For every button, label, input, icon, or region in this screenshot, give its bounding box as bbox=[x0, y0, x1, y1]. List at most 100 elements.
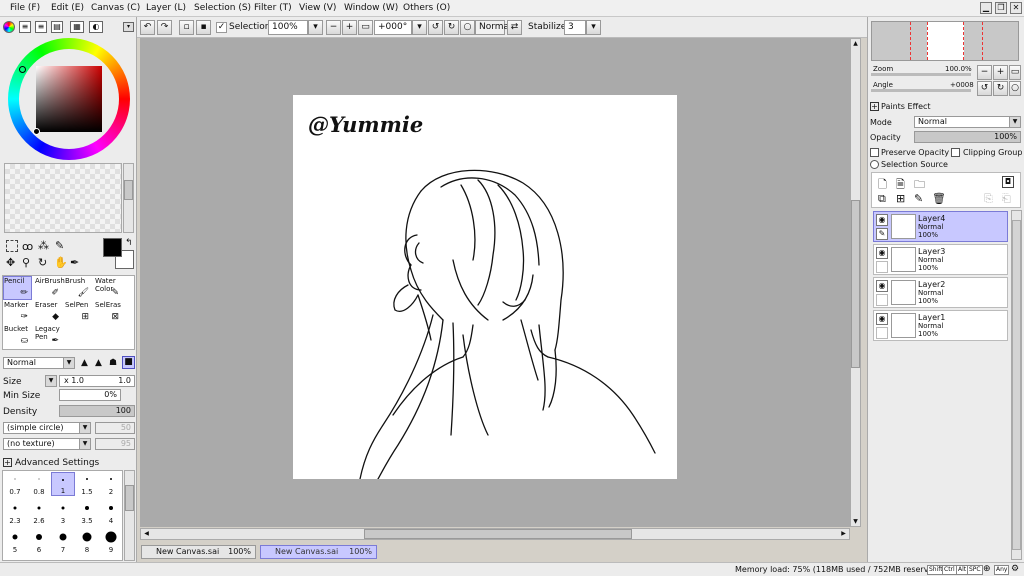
rotate-tool-icon[interactable]: ↻ bbox=[38, 256, 47, 269]
zoom-reset-icon[interactable]: ▭ bbox=[358, 20, 373, 35]
layer-opacity-slider[interactable]: 100% bbox=[914, 131, 1021, 143]
texture-strength-field[interactable]: 95 bbox=[95, 438, 135, 450]
layer-row[interactable]: ◉ Layer2 Normal 100% bbox=[873, 277, 1008, 308]
brush-size-preset[interactable]: 2.6 bbox=[27, 501, 51, 525]
brush-size-preset[interactable]: 1.5 bbox=[75, 472, 99, 496]
eye-icon[interactable]: ◉ bbox=[876, 280, 888, 292]
canvas-hscroll-thumb[interactable] bbox=[364, 529, 632, 539]
size-mult-dropdown[interactable]: ▼ bbox=[45, 375, 57, 387]
hue-marker[interactable] bbox=[19, 66, 26, 73]
scratchpad-scroll-thumb[interactable] bbox=[124, 180, 133, 200]
swatch-scratchpad[interactable] bbox=[4, 163, 122, 233]
menu-edit[interactable]: Edit (E) bbox=[51, 3, 84, 13]
layer-mask-icon[interactable]: ◘ bbox=[1002, 176, 1014, 188]
tool-seleras[interactable]: SelEras ⊠ bbox=[94, 300, 123, 324]
brush-size-preset[interactable]: 0.7 bbox=[3, 472, 27, 496]
menu-window[interactable]: Window (W) bbox=[344, 3, 398, 13]
tool-airbrush[interactable]: AirBrush ✐ bbox=[34, 276, 65, 300]
dropper-icon[interactable]: ✎ bbox=[55, 239, 64, 252]
nav-zoom-in-icon[interactable]: + bbox=[993, 65, 1008, 80]
redo-icon[interactable]: ↷ bbox=[157, 20, 172, 35]
lock-slot-icon[interactable] bbox=[876, 327, 888, 339]
zoom-dropdown-icon[interactable]: ▾ bbox=[308, 20, 323, 35]
stabilizer-dropdown-icon[interactable]: ▾ bbox=[586, 20, 601, 35]
copy-layer-icon[interactable]: ⎘ bbox=[984, 192, 993, 206]
swap-colors-icon[interactable]: ↰ bbox=[125, 238, 133, 248]
density-slider[interactable]: 100 bbox=[59, 405, 135, 417]
clear-layer-icon[interactable]: ✎ bbox=[914, 192, 923, 205]
palette-mode-icon[interactable]: ▤ bbox=[51, 21, 63, 33]
canvas-paper[interactable]: @Yummie bbox=[293, 95, 677, 479]
minimize-button[interactable]: ▁ bbox=[980, 2, 992, 14]
menu-canvas[interactable]: Canvas (C) bbox=[91, 3, 140, 13]
brush-size-preset[interactable]: 0.8 bbox=[27, 472, 51, 496]
nav-rotate-cw-icon[interactable]: ↻ bbox=[993, 81, 1008, 96]
tool-watercolor[interactable]: Water Color ✎ bbox=[94, 276, 123, 300]
brush-size-preset[interactable]: 4 bbox=[99, 501, 123, 525]
nav-zoom-out-icon[interactable]: − bbox=[977, 65, 992, 80]
blend-mode-field[interactable]: Normal bbox=[475, 20, 512, 35]
brush-size-scrollbar[interactable] bbox=[124, 470, 135, 561]
trash-icon[interactable]: 🗑 bbox=[932, 192, 946, 205]
zoom-tool-icon[interactable]: ⚲ bbox=[22, 256, 30, 269]
layer-mode-select[interactable]: Normal ▼ bbox=[914, 116, 1021, 128]
tool-bucket[interactable]: Bucket ⛀ bbox=[3, 324, 32, 348]
nav-rotate-ccw-icon[interactable]: ↺ bbox=[977, 81, 992, 96]
flip-icon[interactable]: ⇄ bbox=[507, 20, 522, 35]
lock-slot-icon[interactable] bbox=[876, 294, 888, 306]
scroll-up-icon[interactable]: ▲ bbox=[851, 38, 860, 49]
sv-marker[interactable] bbox=[33, 128, 40, 135]
hand-tool-icon[interactable]: ✋ bbox=[54, 256, 68, 269]
deselect-icon[interactable]: ▫ bbox=[179, 20, 194, 35]
close-button[interactable]: ✕ bbox=[1010, 2, 1022, 14]
restore-button[interactable]: ❐ bbox=[995, 2, 1007, 14]
min-size-field[interactable]: 0% bbox=[59, 389, 121, 401]
preserve-opacity-checkbox[interactable] bbox=[870, 148, 879, 157]
brush-shape-medium-icon[interactable]: ▲ bbox=[95, 357, 107, 369]
brush-size-preset[interactable]: 5 bbox=[3, 530, 27, 554]
paste-layer-icon[interactable]: ⎗ bbox=[1002, 192, 1011, 206]
tool-pencil[interactable]: Pencil ✏ bbox=[3, 276, 32, 300]
angle-dropdown-icon[interactable]: ▾ bbox=[412, 20, 427, 35]
menu-selection[interactable]: Selection (S) bbox=[194, 3, 251, 13]
document-tab-active[interactable]: New Canvas.sai 100% bbox=[260, 545, 377, 559]
layer-row[interactable]: ◉ Layer1 Normal 100% bbox=[873, 310, 1008, 341]
zoom-in-icon[interactable]: + bbox=[342, 20, 357, 35]
lock-slot-icon[interactable] bbox=[876, 261, 888, 273]
nav-angle-slider[interactable] bbox=[871, 89, 971, 92]
scratchpad-mode-icon[interactable]: ◐ bbox=[89, 21, 103, 33]
paints-effect-label[interactable]: Paints Effect bbox=[881, 102, 931, 111]
layer-row[interactable]: ◉ ✎ Layer4 Normal 100% bbox=[873, 211, 1008, 242]
brush-size-preset[interactable]: 2 bbox=[99, 472, 123, 496]
nav-zoom-slider[interactable] bbox=[871, 73, 971, 76]
brush-size-preset[interactable]: 3 bbox=[51, 501, 75, 525]
hsv-slider-mode-icon[interactable]: ≡ bbox=[35, 21, 47, 33]
tool-brush[interactable]: Brush 🖌 bbox=[64, 276, 93, 300]
zoom-out-icon[interactable]: − bbox=[326, 20, 341, 35]
transfer-down-icon[interactable]: ⧉ bbox=[878, 192, 886, 206]
eye-icon[interactable]: ◉ bbox=[876, 214, 888, 226]
brush-size-preset[interactable]: 3.5 bbox=[75, 501, 99, 525]
undo-icon[interactable]: ↶ bbox=[140, 20, 155, 35]
color-wheel-mode-icon[interactable] bbox=[3, 21, 15, 33]
brush-mode-select[interactable]: Normal ▼ bbox=[3, 357, 75, 369]
primary-color-swatch[interactable] bbox=[103, 238, 122, 257]
brush-size-preset[interactable]: 2.3 bbox=[3, 501, 27, 525]
layer-scroll-thumb[interactable] bbox=[1012, 220, 1021, 550]
expand-plus-icon[interactable]: + bbox=[3, 458, 12, 467]
panel-dropdown-icon[interactable]: ▾ bbox=[123, 22, 134, 32]
rotate-reset-icon[interactable]: ○ bbox=[460, 20, 475, 35]
nav-rotate-reset-icon[interactable]: ○ bbox=[1009, 81, 1021, 96]
settings-gear-icon[interactable]: ⚙ bbox=[1011, 564, 1019, 574]
rotate-cw-icon[interactable]: ↻ bbox=[444, 20, 459, 35]
rect-select-icon[interactable] bbox=[6, 240, 18, 252]
brush-size-scroll-thumb[interactable] bbox=[125, 485, 134, 511]
brush-shape-flat-icon[interactable]: ■ bbox=[122, 356, 135, 369]
brush-size-preset[interactable]: 8 bbox=[75, 530, 99, 554]
pencil-icon[interactable]: ✎ bbox=[876, 228, 888, 240]
selection-source-radio[interactable] bbox=[870, 160, 879, 169]
navigator-view-rect[interactable] bbox=[927, 22, 964, 60]
menu-others[interactable]: Others (O) bbox=[403, 3, 450, 13]
move-icon[interactable]: ✥ bbox=[6, 256, 15, 269]
brush-size-preset[interactable]: 9 bbox=[99, 530, 123, 554]
